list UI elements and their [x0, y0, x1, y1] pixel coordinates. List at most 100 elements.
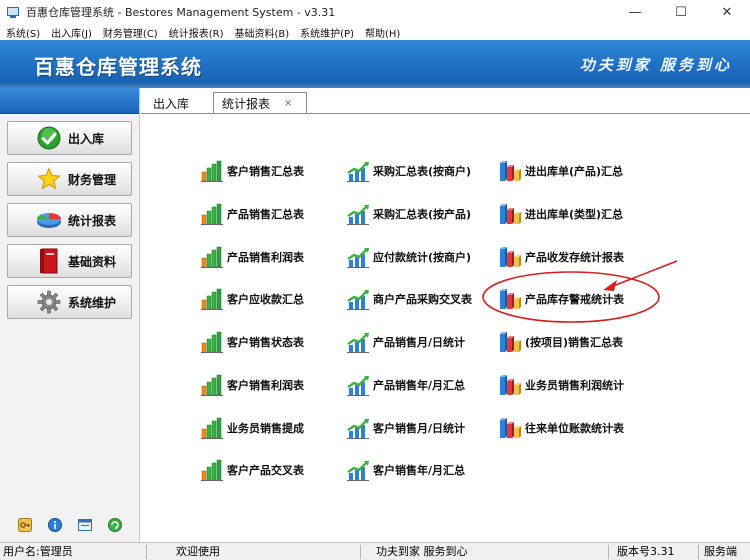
book-icon — [36, 248, 62, 274]
report-label: 客户销售汇总表 — [227, 165, 304, 178]
bar-chart-icon — [201, 459, 225, 481]
3d-bar-chart-icon — [499, 246, 523, 268]
report-label: 采购汇总表(按产品) — [373, 208, 472, 221]
report-label: 采购汇总表(按商户) — [373, 165, 472, 178]
report-label: 产品库存警戒统计表 — [525, 293, 624, 306]
report-label: 进出库单(类型)汇总 — [525, 208, 624, 221]
3d-bar-chart-icon — [499, 288, 523, 310]
menu-help[interactable]: 帮助(H) — [359, 25, 405, 40]
report-label: 业务员销售利润统计 — [525, 379, 624, 392]
3d-bar-chart-icon — [499, 417, 523, 439]
gear-icon — [36, 289, 62, 315]
sidebar-item-label: 基础资料 — [68, 254, 117, 269]
menu-system[interactable]: 系统(S) — [0, 25, 45, 40]
report-product-sales-month-day[interactable]: 产品销售月/日统计 — [347, 331, 465, 353]
banner-title: 百惠仓库管理系统 — [34, 55, 202, 79]
title-bar[interactable]: 百惠仓库管理系统 - Bestores Management System - … — [0, 0, 750, 24]
trend-chart-icon — [347, 331, 371, 353]
report-product-sales-year-month[interactable]: 产品销售年/月汇总 — [347, 374, 465, 396]
report-panel: 客户销售汇总表 产品销售汇总表 产品销售利润表 客户应收款汇总 客户销售状态表 … — [141, 114, 750, 542]
3d-bar-chart-icon — [499, 160, 523, 182]
report-inout-by-product[interactable]: 进出库单(产品)汇总 — [499, 160, 623, 182]
report-salesman-profit[interactable]: 业务员销售利润统计 — [499, 374, 624, 396]
menu-reports[interactable]: 统计报表(R) — [163, 25, 229, 40]
report-payables-by-vendor[interactable]: 应付款统计(按商户) — [347, 246, 471, 268]
report-sales-by-project[interactable]: (按项目)销售汇总表 — [499, 331, 623, 353]
report-label: 产品销售年/月汇总 — [373, 379, 466, 392]
report-purchase-by-vendor[interactable]: 采购汇总表(按商户) — [347, 160, 471, 182]
report-product-sales-profit[interactable]: 产品销售利润表 — [201, 246, 304, 268]
bar-chart-icon — [201, 288, 225, 310]
tab-reports[interactable]: 统计报表 × — [213, 92, 307, 114]
bar-chart-icon — [201, 203, 225, 225]
window-icon[interactable] — [78, 518, 92, 532]
bar-chart-icon — [201, 331, 225, 353]
report-customer-sales-summary[interactable]: 客户销售汇总表 — [201, 160, 304, 182]
report-label: (按项目)销售汇总表 — [525, 336, 624, 349]
report-customer-sales-status[interactable]: 客户销售状态表 — [201, 331, 304, 353]
menu-inout[interactable]: 出入库(J) — [45, 25, 97, 40]
sidebar-item-label: 系统维护 — [68, 295, 117, 310]
report-label: 产品销售利润表 — [227, 251, 304, 264]
tab-label: 统计报表 — [222, 97, 271, 111]
sidebar-item-inout[interactable]: 出入库 — [7, 121, 132, 155]
minimize-button[interactable]: — — [612, 0, 658, 24]
status-slogan: 功夫到家 服务到心 — [376, 545, 468, 558]
menu-basic-data[interactable]: 基础资料(B) — [228, 25, 294, 40]
report-label: 客户销售月/日统计 — [373, 422, 466, 435]
sidebar-item-label: 出入库 — [68, 131, 105, 146]
report-label: 产品销售月/日统计 — [373, 336, 466, 349]
sidebar-item-finance[interactable]: 财务管理 — [7, 162, 132, 196]
report-label: 产品销售汇总表 — [227, 208, 304, 221]
3d-bar-chart-icon — [499, 374, 523, 396]
report-label: 产品收发存统计报表 — [525, 251, 624, 264]
trend-chart-icon — [347, 160, 371, 182]
status-bar: 用户名:管理员 欢迎使用 功夫到家 服务到心 版本号3.31 服务端 — [0, 542, 750, 560]
report-product-sales-summary[interactable]: 产品销售汇总表 — [201, 203, 304, 225]
banner-slogan: 功夫到家 服务到心 — [579, 56, 732, 74]
report-stock-alert-statistics[interactable]: 产品库存警戒统计表 — [499, 288, 624, 310]
bar-chart-icon — [201, 160, 225, 182]
sidebar-item-basic-data[interactable]: 基础资料 — [7, 244, 132, 278]
close-button[interactable]: ✕ — [704, 0, 750, 24]
refresh-icon[interactable] — [108, 518, 122, 532]
3d-bar-chart-icon — [499, 331, 523, 353]
sidebar-item-maintenance[interactable]: 系统维护 — [7, 285, 132, 319]
app-banner: 百惠仓库管理系统 功夫到家 服务到心 — [0, 40, 750, 88]
tab-strip: 出入库 统计报表 × — [141, 92, 750, 114]
tab-close-icon[interactable]: × — [284, 98, 292, 109]
report-label: 进出库单(产品)汇总 — [525, 165, 624, 178]
report-purchase-by-product[interactable]: 采购汇总表(按产品) — [347, 203, 471, 225]
report-label: 业务员销售提成 — [227, 422, 304, 435]
star-icon — [36, 166, 62, 192]
trend-chart-icon — [347, 417, 371, 439]
tab-inout[interactable]: 出入库 — [153, 92, 209, 114]
report-customer-receivables[interactable]: 客户应收款汇总 — [201, 288, 304, 310]
menu-maintenance[interactable]: 系统维护(P) — [294, 25, 359, 40]
pie-chart-icon — [36, 207, 62, 233]
maximize-button[interactable]: ☐ — [658, 0, 704, 24]
key-icon[interactable] — [18, 518, 32, 532]
report-label: 客户销售状态表 — [227, 336, 304, 349]
report-label: 客户销售利润表 — [227, 379, 304, 392]
report-label: 客户应收款汇总 — [227, 293, 304, 306]
info-icon[interactable] — [48, 518, 62, 532]
sidebar-item-reports[interactable]: 统计报表 — [7, 203, 132, 237]
window-title: 百惠仓库管理系统 - Bestores Management System - … — [26, 6, 336, 19]
report-label: 客户销售年/月汇总 — [373, 464, 466, 477]
report-customer-sales-year-month[interactable]: 客户销售年/月汇总 — [347, 459, 465, 481]
report-label: 应付款统计(按商户) — [373, 251, 472, 264]
report-customer-product-cross[interactable]: 客户产品交叉表 — [201, 459, 304, 481]
report-salesman-commission[interactable]: 业务员销售提成 — [201, 417, 304, 439]
sidebar-item-label: 统计报表 — [68, 213, 117, 228]
app-icon — [6, 5, 20, 19]
report-inout-by-type[interactable]: 进出库单(类型)汇总 — [499, 203, 623, 225]
report-partner-accounts[interactable]: 往来单位账款统计表 — [499, 417, 624, 439]
report-vendor-product-purchase-cross[interactable]: 商户产品采购交叉表 — [347, 288, 472, 310]
report-customer-sales-month-day[interactable]: 客户销售月/日统计 — [347, 417, 465, 439]
trend-chart-icon — [347, 203, 371, 225]
report-stock-flow-statistics[interactable]: 产品收发存统计报表 — [499, 246, 624, 268]
status-server: 服务端 — [704, 545, 737, 558]
report-customer-sales-profit[interactable]: 客户销售利润表 — [201, 374, 304, 396]
menu-finance[interactable]: 财务管理(C) — [97, 25, 163, 40]
